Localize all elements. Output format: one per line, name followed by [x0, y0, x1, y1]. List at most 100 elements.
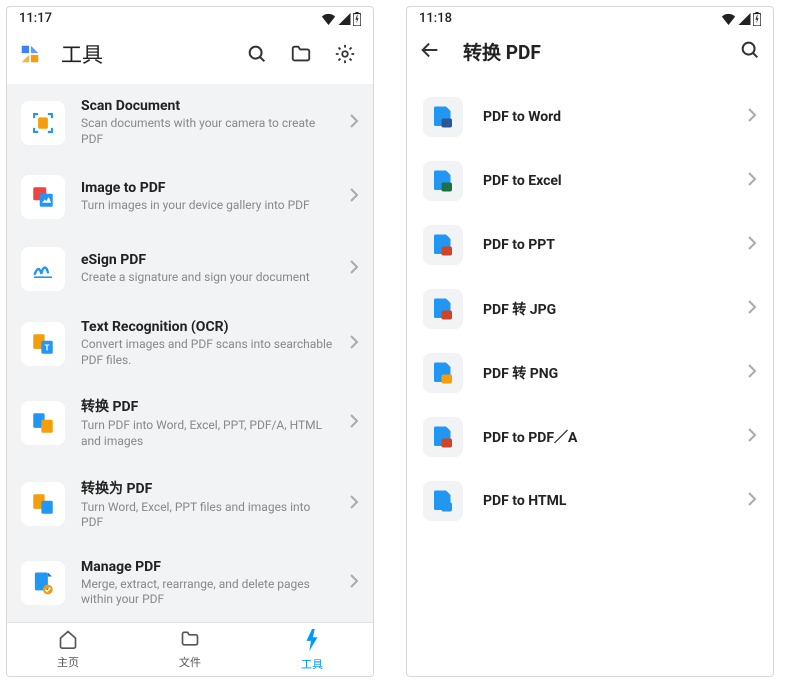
- tool-text: Manage PDF Merge, extract, rearrange, and…: [81, 559, 333, 608]
- convert-item[interactable]: PDF to Word: [407, 85, 773, 149]
- chevron-right-icon: [349, 187, 359, 207]
- convert-title: PDF 转 PNG: [483, 363, 727, 383]
- tool-item[interactable]: Image to PDF Turn images in your device g…: [7, 161, 373, 233]
- page-title: 工具: [61, 39, 229, 69]
- status-bar: 11:18: [407, 7, 773, 28]
- chevron-right-icon: [747, 363, 757, 383]
- tool-subtitle: Merge, extract, rearrange, and delete pa…: [81, 577, 333, 608]
- chevron-right-icon: [349, 573, 359, 593]
- tool-item[interactable]: T Text Recognition (OCR)Convert images an…: [7, 305, 373, 382]
- tool-title: Scan Document: [81, 98, 333, 114]
- esign-icon: [21, 247, 65, 291]
- convert-item[interactable]: PDF to PPT: [407, 213, 773, 277]
- settings-button[interactable]: [329, 38, 361, 70]
- pdf-png-icon: [423, 353, 463, 393]
- convert-title: PDF to PPT: [483, 237, 727, 253]
- wifi-icon: [721, 13, 736, 25]
- folder-button[interactable]: [285, 38, 317, 70]
- tool-item[interactable]: 转换 PDFTurn PDF into Word, Excel, PPT, PD…: [7, 382, 373, 463]
- chevron-right-icon: [747, 491, 757, 511]
- ocr-icon: T: [21, 322, 65, 366]
- manage-icon: [21, 561, 65, 605]
- tool-subtitle: Turn PDF into Word, Excel, PPT, PDF/A, H…: [81, 418, 333, 449]
- page-title: 转换 PDF: [463, 38, 723, 65]
- status-time: 11:17: [19, 11, 52, 26]
- signal-icon: [338, 13, 351, 25]
- phone-tools: 11:17 工具 Scan Document Scan documents wit…: [6, 6, 374, 677]
- back-button[interactable]: [419, 39, 441, 65]
- tool-subtitle: Convert images and PDF scans into search…: [81, 337, 333, 368]
- folder-icon: [290, 43, 312, 65]
- search-icon: [739, 39, 761, 61]
- pdf-ppt-icon: [423, 225, 463, 265]
- img2pdf-icon: [21, 175, 65, 219]
- tool-title: eSign PDF: [81, 252, 333, 268]
- tool-text: 转换为 PDFTurn Word, Excel, PPT files and i…: [81, 478, 333, 531]
- bottom-nav: 主页 文件工具: [7, 622, 373, 676]
- search-icon: [246, 43, 268, 65]
- convertfrom-icon: [21, 401, 65, 445]
- convert-item[interactable]: PDF 转 PNG: [407, 341, 773, 405]
- tool-subtitle: Scan documents with your camera to creat…: [81, 116, 333, 147]
- status-icons: [321, 12, 361, 26]
- svg-text:T: T: [45, 342, 50, 352]
- convert-title: PDF to Word: [483, 109, 727, 125]
- pdf-jpg-icon: [423, 289, 463, 329]
- convert-item[interactable]: PDF to HTML: [407, 469, 773, 533]
- nav-label: 工具: [301, 656, 323, 672]
- tool-item[interactable]: Manage PDF Merge, extract, rearrange, and…: [7, 545, 373, 622]
- home-icon: [57, 629, 79, 653]
- convert-item[interactable]: PDF to Excel: [407, 149, 773, 213]
- tool-title: Image to PDF: [81, 180, 333, 196]
- tool-title: 转换 PDF: [81, 396, 333, 416]
- status-icons: [721, 12, 761, 26]
- files-icon: [179, 629, 201, 653]
- chevron-right-icon: [349, 259, 359, 279]
- nav-tab-tools[interactable]: 工具: [251, 623, 373, 676]
- pdf-excel-icon: [423, 161, 463, 201]
- chevron-right-icon: [349, 334, 359, 354]
- chevron-right-icon: [747, 427, 757, 447]
- status-time: 11:18: [419, 11, 452, 26]
- chevron-right-icon: [349, 413, 359, 433]
- convertto-icon: [21, 482, 65, 526]
- nav-tab-home[interactable]: 主页: [7, 623, 129, 676]
- convert-list-container: PDF to Word PDF to Excel PDF to PPT PDF 转 J…: [407, 79, 773, 533]
- convert-item[interactable]: PDF to PDF／A: [407, 405, 773, 469]
- tool-title: 转换为 PDF: [81, 478, 333, 498]
- battery-icon: [353, 12, 361, 26]
- scan-icon: [21, 101, 65, 145]
- chevron-right-icon: [349, 494, 359, 514]
- chevron-right-icon: [747, 107, 757, 127]
- chevron-right-icon: [747, 171, 757, 191]
- wifi-icon: [321, 13, 336, 25]
- tool-subtitle: Turn Word, Excel, PPT files and images i…: [81, 500, 333, 531]
- arrow-left-icon: [419, 39, 441, 61]
- tool-text: Scan Document Scan documents with your ca…: [81, 98, 333, 147]
- convert-item[interactable]: PDF 转 JPG: [407, 277, 773, 341]
- gear-icon: [334, 43, 356, 65]
- pdf-pdfa-icon: [423, 417, 463, 457]
- tool-subtitle: Turn images in your device gallery into …: [81, 198, 333, 214]
- signal-icon: [738, 13, 751, 25]
- tool-item[interactable]: Scan Document Scan documents with your ca…: [7, 84, 373, 161]
- app-bar: 转换 PDF: [407, 28, 773, 79]
- tool-item[interactable]: 转换为 PDFTurn Word, Excel, PPT files and i…: [7, 464, 373, 545]
- status-bar: 11:17: [7, 7, 373, 28]
- tool-title: Manage PDF: [81, 559, 333, 575]
- nav-label: 主页: [57, 654, 79, 670]
- search-button[interactable]: [241, 38, 273, 70]
- tool-text: Image to PDF Turn images in your device g…: [81, 180, 333, 214]
- search-button[interactable]: [739, 39, 761, 65]
- nav-tab-files[interactable]: 文件: [129, 623, 251, 676]
- tools-icon: [304, 629, 320, 655]
- pdf-word-icon: [423, 97, 463, 137]
- tool-item[interactable]: eSign PDFCreate a signature and sign you…: [7, 233, 373, 305]
- convert-title: PDF 转 JPG: [483, 299, 727, 319]
- tool-text: Text Recognition (OCR)Convert images and…: [81, 319, 333, 368]
- convert-title: PDF to HTML: [483, 493, 727, 509]
- app-bar: 工具: [7, 28, 373, 84]
- app-logo-icon: [19, 43, 41, 65]
- chevron-right-icon: [747, 235, 757, 255]
- convert-title: PDF to PDF／A: [483, 427, 727, 447]
